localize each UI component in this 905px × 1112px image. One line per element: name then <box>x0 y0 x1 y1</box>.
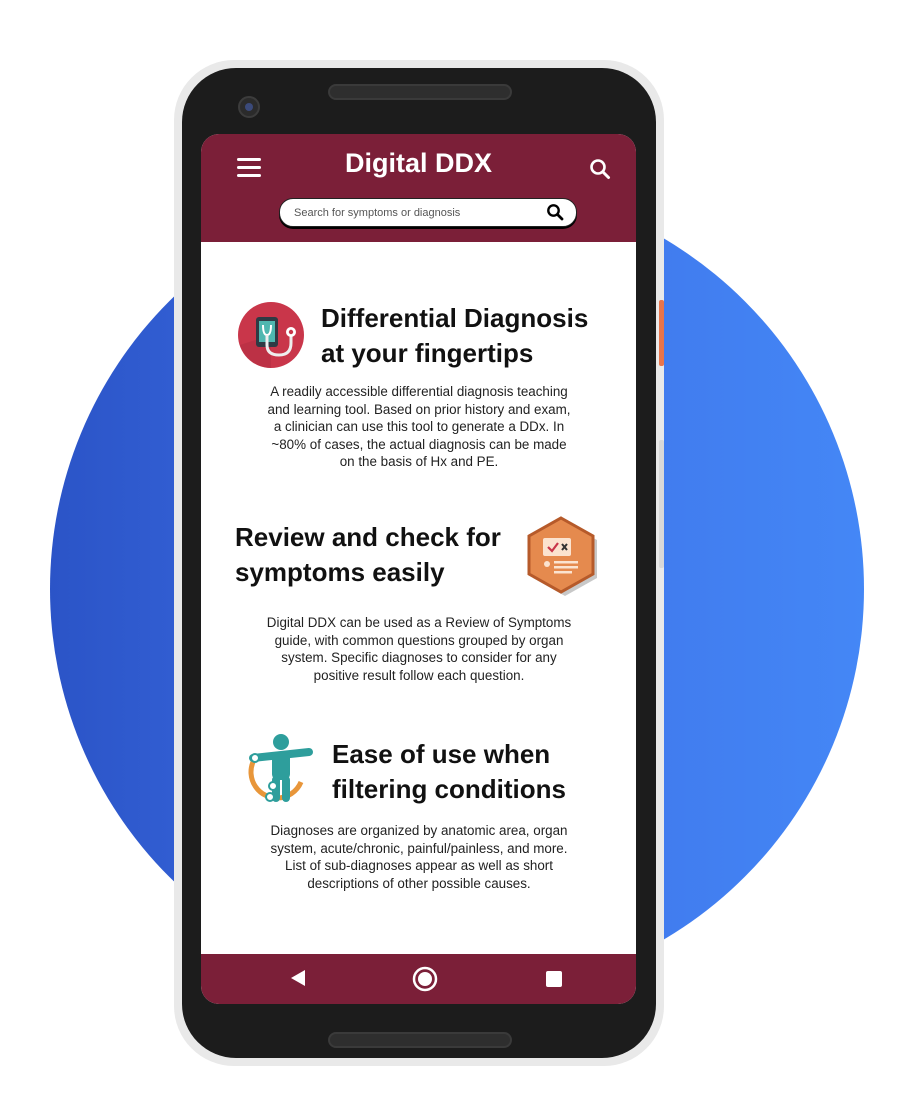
section-2-heading-line-2: symptoms easily <box>235 557 445 587</box>
section-3-body: Diagnoses are organized by anatomic area… <box>241 822 597 892</box>
section-3-body-line: system, acute/chronic, painful/painless,… <box>270 840 568 856</box>
section-1-heading: Differential Diagnosis at your fingertip… <box>321 301 588 371</box>
search-submit-icon[interactable] <box>546 203 564 226</box>
section-1-body: A readily accessible differential diagno… <box>241 383 597 471</box>
section-3-body-line: descriptions of other possible causes. <box>307 875 531 891</box>
section-3-heading: Ease of use when filtering conditions <box>332 737 566 807</box>
search-bar[interactable] <box>279 198 577 227</box>
section-3-body-line: List of sub-diagnoses appear as well as … <box>285 858 553 873</box>
app-bar: Digital DDX <box>201 134 636 242</box>
section-2-body-line: guide, with common questions grouped by … <box>274 632 564 648</box>
section-1-body-line: on the basis of Hx and PE. <box>339 454 499 469</box>
back-icon[interactable] <box>289 969 307 992</box>
section-2-heading-line-1: Review and check for <box>235 522 501 552</box>
search-icon[interactable] <box>589 158 611 185</box>
content-area: Differential Diagnosis at your fingertip… <box>201 242 636 954</box>
stethoscope-tablet-icon <box>237 301 305 374</box>
system-nav-bar <box>201 954 636 1004</box>
app-screen: Digital DDX Search for symptoms or diagn… <box>201 134 636 1004</box>
section-3-heading-line-1: Ease of use when <box>332 739 551 769</box>
checklist-hexagon-icon <box>525 516 601 601</box>
section-2-body-line: positive result follow each question. <box>313 667 525 683</box>
section-1-body-line: a clinician can use this tool to generat… <box>273 419 565 434</box>
section-1-body-line: ~80% of cases, the actual diagnosis can … <box>271 436 567 452</box>
home-icon[interactable] <box>412 966 438 997</box>
search-input[interactable] <box>292 202 536 224</box>
human-body-icon <box>247 732 315 811</box>
section-2-body: Digital DDX can be used as a Review of S… <box>241 614 597 684</box>
section-1-heading-line-1: Differential Diagnosis <box>321 303 589 333</box>
section-1-body-line: A readily accessible differential diagno… <box>270 384 568 399</box>
section-1-heading-line-2: at your fingertips <box>321 338 534 368</box>
app-title: Digital DDX <box>344 148 492 178</box>
recents-icon[interactable] <box>545 970 563 993</box>
section-2-body-line: system. Specific diagnoses to consider f… <box>281 650 557 665</box>
section-2-body-line: Digital DDX can be used as a Review of S… <box>266 615 572 630</box>
section-3-body-line: Diagnoses are organized by anatomic area… <box>270 823 568 838</box>
power-button <box>659 300 664 366</box>
section-2-heading: Review and check for symptoms easily <box>235 520 501 590</box>
section-1-body-line: and learning tool. Based on prior histor… <box>267 401 571 417</box>
top-speaker <box>328 84 512 100</box>
bottom-speaker <box>328 1032 512 1048</box>
section-3-heading-line-2: filtering conditions <box>332 774 566 804</box>
volume-button <box>659 440 664 568</box>
front-camera <box>238 96 260 118</box>
